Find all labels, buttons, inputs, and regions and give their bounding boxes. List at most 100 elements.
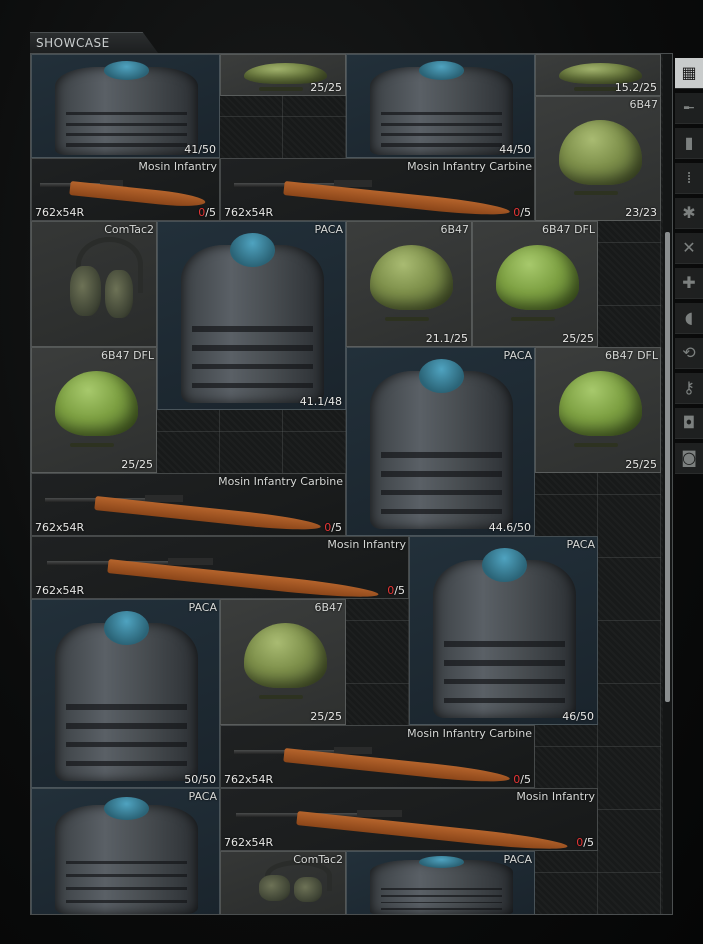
item-rifle-r6[interactable]: Mosin Infantry 762x54R 0/5: [220, 788, 598, 851]
item-name: Mosin Infantry Carbine: [407, 160, 532, 173]
item-ammo-count: 0/5: [576, 836, 594, 849]
helmet-image: [473, 222, 597, 346]
item-durability: 44/50: [499, 143, 531, 156]
item-rifle-r4[interactable]: Mosin Infantry 762x54R 0/5: [31, 536, 409, 599]
sidebar-tab-food[interactable]: ◖: [675, 303, 703, 334]
ammo-max: /5: [331, 521, 342, 534]
item-helm-h2[interactable]: 6B47 21.1/25: [346, 221, 472, 347]
item-name: Mosin Infantry Carbine: [407, 727, 532, 740]
item-durability: 41/50: [184, 143, 216, 156]
item-name: PACA: [314, 223, 343, 236]
item-armor-a1[interactable]: 41/50: [31, 54, 220, 158]
item-ammo-count: 0/5: [513, 206, 531, 219]
item-durability: 25/25: [310, 81, 342, 94]
item-durability: 23/23: [625, 206, 657, 219]
item-rifle-r5[interactable]: Mosin Infantry Carbine 762x54R 0/5: [220, 725, 535, 788]
item-name: Mosin Infantry: [327, 538, 406, 551]
sidebar-tab-ammo[interactable]: ⁞: [675, 163, 703, 194]
item-durability: 44.6/50: [488, 521, 531, 534]
sidebar-tab-magazine[interactable]: ▮: [675, 128, 703, 159]
vest-image: [347, 348, 534, 535]
item-durability: 21.1/25: [425, 332, 468, 345]
item-armor-v4[interactable]: PACA 50/50: [31, 599, 220, 788]
item-caliber: 762x54R: [35, 584, 85, 597]
item-armor-v2[interactable]: PACA 44.6/50: [346, 347, 535, 536]
item-name: PACA: [188, 790, 217, 803]
item-rifle-r3[interactable]: Mosin Infantry Carbine 762x54R 0/5: [31, 473, 346, 536]
rifle-icon: ╾: [684, 98, 694, 117]
gear-icon: ✱: [682, 203, 696, 222]
sidebar-tab-tools[interactable]: ✕: [675, 233, 703, 264]
sidebar-tab-armor-tab[interactable]: ◙: [675, 443, 703, 474]
helmet-image: [221, 600, 345, 724]
item-helm-h1[interactable]: 6B47 23/23: [535, 96, 661, 221]
showcase-header: SHOWCASE: [30, 32, 158, 53]
item-caliber: 762x54R: [35, 206, 85, 219]
food-icon: ◖: [684, 308, 694, 327]
item-name: 6B47 DFL: [605, 349, 658, 362]
item-durability: 25/25: [310, 710, 342, 723]
showcase-panel: 41/50 25/25 44/50 15.2/25 6B47 23/23 Mosin Inf…: [30, 53, 673, 915]
item-armor-v5[interactable]: PACA: [31, 788, 220, 914]
sidebar-tab-rifle[interactable]: ╾: [675, 93, 703, 124]
magazine-icon: ▮: [684, 133, 694, 152]
item-name: ComTac2: [104, 223, 154, 236]
sidebar-tab-key[interactable]: ⚷: [675, 373, 703, 404]
sidebar-tab-grid[interactable]: ▦: [675, 58, 703, 89]
item-name: 6B47: [314, 601, 343, 614]
item-durability: 41.1/48: [299, 395, 342, 408]
item-name: 6B47: [629, 98, 658, 111]
item-armor-v1[interactable]: PACA 41.1/48: [157, 221, 346, 410]
ammo-max: /5: [520, 773, 531, 786]
item-armor-a3[interactable]: 44/50: [346, 54, 535, 158]
item-armor-v3[interactable]: PACA 46/50: [409, 536, 598, 725]
item-helm-dfl-h4[interactable]: 6B47 DFL 25/25: [31, 347, 157, 473]
item-ammo-count: 0/5: [513, 773, 531, 786]
item-ammo-count: 0/5: [387, 584, 405, 597]
vest-image: [410, 537, 597, 724]
item-ammo-count: 0/5: [324, 521, 342, 534]
sidebar-tab-medical[interactable]: ✚: [675, 268, 703, 299]
item-name: 6B47 DFL: [101, 349, 154, 362]
item-name: Mosin Infantry Carbine: [218, 475, 343, 488]
item-headset-c1[interactable]: ComTac2: [31, 221, 157, 347]
item-headset-c2[interactable]: ComTac2: [220, 851, 346, 914]
scrollbar-thumb[interactable]: [665, 232, 670, 702]
item-durability: 50/50: [184, 773, 216, 786]
item-durability: 15.2/25: [614, 81, 657, 94]
backpack-icon: ◘: [682, 413, 696, 432]
ammo-max: /5: [205, 206, 216, 219]
item-helm-h6[interactable]: 6B47 25/25: [220, 599, 346, 725]
item-helm-a4[interactable]: 15.2/25: [535, 54, 661, 96]
item-durability: 25/25: [121, 458, 153, 471]
item-helm-a2[interactable]: 25/25: [220, 54, 346, 96]
ammo-max: /5: [583, 836, 594, 849]
medical-icon: ✚: [682, 273, 696, 292]
item-durability: 25/25: [562, 332, 594, 345]
item-helm-dfl-h5[interactable]: 6B47 DFL 25/25: [535, 347, 661, 473]
sidebar-tab-backpack[interactable]: ◘: [675, 408, 703, 439]
helmet-image: [347, 222, 471, 346]
sidebar-tab-gear[interactable]: ✱: [675, 198, 703, 229]
category-sidebar: ▦ ╾ ▮ ⁞ ✱ ✕ ✚ ◖ ⟲ ⚷ ◘ ◙: [673, 53, 703, 653]
item-name: 6B47: [440, 223, 469, 236]
showcase-title: SHOWCASE: [36, 36, 110, 50]
sidebar-tab-barter[interactable]: ⟲: [675, 338, 703, 369]
item-name: PACA: [188, 601, 217, 614]
ammo-max: /5: [520, 206, 531, 219]
helmet-image: [536, 97, 660, 220]
item-name: PACA: [503, 853, 532, 866]
item-rifle-r1[interactable]: Mosin Infantry 762x54R 0/5: [31, 158, 220, 221]
item-caliber: 762x54R: [224, 836, 274, 849]
item-name: ComTac2: [293, 853, 343, 866]
headset-image: [32, 222, 156, 346]
item-armor-v6[interactable]: PACA: [346, 851, 535, 914]
ammo-max: /5: [394, 584, 405, 597]
tools-icon: ✕: [682, 238, 696, 257]
item-name: PACA: [503, 349, 532, 362]
item-helm-dfl-h3[interactable]: 6B47 DFL 25/25: [472, 221, 598, 347]
item-rifle-r2[interactable]: Mosin Infantry Carbine 762x54R 0/5: [220, 158, 535, 221]
vest-image: [32, 600, 219, 787]
item-name: 6B47 DFL: [542, 223, 595, 236]
item-name: PACA: [566, 538, 595, 551]
